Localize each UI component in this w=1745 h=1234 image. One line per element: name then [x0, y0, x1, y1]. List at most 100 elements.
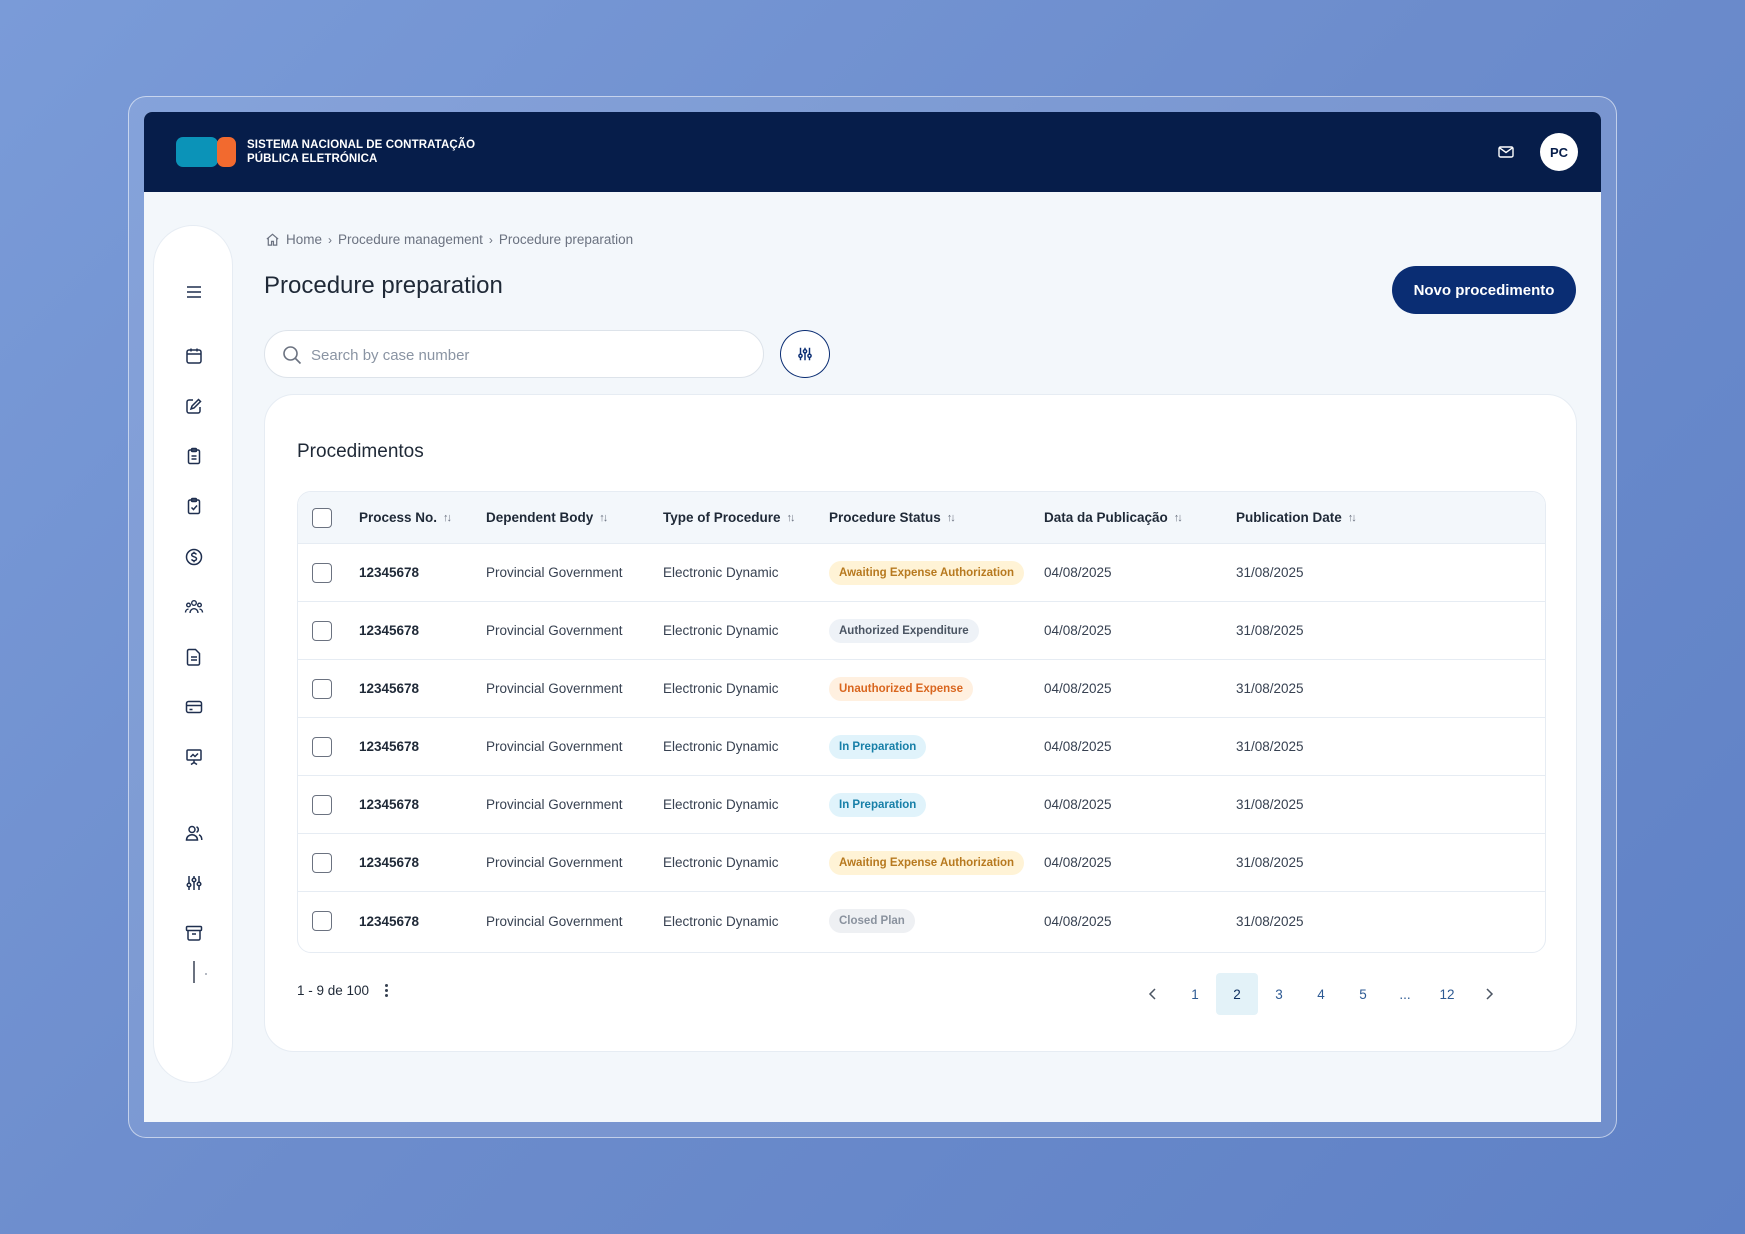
row-checkbox[interactable]: [312, 852, 332, 873]
menu-icon[interactable]: [182, 280, 206, 304]
procedures-table: Process No. ↑↓ Dependent Body ↑↓ Type of P…: [297, 491, 1546, 953]
dependent-body: Provincial Government: [486, 913, 623, 929]
brand-name: SISTEMA NACIONAL DE CONTRATAÇÃO PÚBLICA …: [247, 138, 475, 166]
status-badge: Closed Plan: [829, 909, 915, 933]
procedures-card: Procedimentos Process No. ↑↓ Dependent Bo…: [264, 394, 1577, 1052]
row-checkbox[interactable]: [312, 678, 332, 699]
page-title: Procedure preparation: [264, 272, 503, 299]
publication-date: 31/08/2025: [1236, 623, 1304, 638]
page-button[interactable]: 4: [1300, 973, 1342, 1015]
page-button[interactable]: 5: [1342, 973, 1384, 1015]
process-no: 12345678: [359, 855, 420, 870]
status-badge: In Preparation: [829, 734, 927, 759]
search-input[interactable]: [311, 343, 741, 367]
table-row[interactable]: 12345678 Provincial Government Electroni…: [298, 834, 1545, 892]
column-process-no[interactable]: Process No. ↑↓: [359, 492, 452, 543]
sidebar-divider: [193, 961, 195, 983]
card-title: Procedimentos: [297, 441, 424, 462]
data-publicacao: 04/08/2025: [1044, 913, 1112, 929]
status-badge: Authorized Expenditure: [829, 618, 979, 643]
users-icon[interactable]: [182, 821, 206, 845]
dependent-body: Provincial Government: [486, 565, 623, 580]
sidebar-dot: [205, 973, 207, 975]
procedure-type: Electronic Dynamic: [663, 681, 779, 696]
row-checkbox[interactable]: [312, 736, 332, 757]
select-all-checkbox[interactable]: [312, 507, 332, 528]
table-row[interactable]: 12345678 Provincial Government Electroni…: [298, 660, 1545, 718]
procedure-type: Electronic Dynamic: [663, 739, 779, 754]
user-avatar[interactable]: PC: [1540, 133, 1578, 171]
column-publication-date[interactable]: Publication Date ↑↓: [1236, 492, 1357, 543]
page-button[interactable]: 1: [1174, 973, 1216, 1015]
publication-date: 31/08/2025: [1236, 855, 1304, 870]
sidebar: [153, 225, 233, 1083]
data-publicacao: 04/08/2025: [1044, 565, 1112, 580]
status-badge: Awaiting Expense Authorization: [829, 850, 1025, 875]
column-procedure-status[interactable]: Procedure Status ↑↓: [829, 492, 956, 543]
dependent-body: Provincial Government: [486, 797, 623, 812]
process-no: 12345678: [359, 623, 420, 638]
breadcrumb-home[interactable]: Home: [286, 232, 322, 247]
page-button[interactable]: 12: [1426, 973, 1468, 1015]
column-dependent-body[interactable]: Dependent Body ↑↓: [486, 492, 608, 543]
process-no: 12345678: [359, 913, 420, 929]
row-checkbox[interactable]: [312, 794, 332, 815]
sliders-icon[interactable]: [182, 871, 206, 895]
filter-button[interactable]: [780, 330, 830, 378]
breadcrumb-procedure-preparation: Procedure preparation: [498, 232, 634, 247]
page-button[interactable]: 3: [1258, 973, 1300, 1015]
table-row[interactable]: 12345678 Provincial Government Electroni…: [298, 892, 1545, 950]
publication-date: 31/08/2025: [1236, 739, 1304, 754]
edit-icon[interactable]: [182, 394, 206, 418]
procedure-type: Electronic Dynamic: [663, 855, 779, 870]
sort-icon: ↑↓: [443, 511, 452, 524]
procedure-type: Electronic Dynamic: [663, 913, 779, 929]
more-options-icon[interactable]: [385, 984, 389, 997]
breadcrumb-procedure-management[interactable]: Procedure management: [338, 232, 483, 247]
chevron-left-icon[interactable]: [1132, 973, 1174, 1015]
clipboard-icon[interactable]: [182, 444, 206, 468]
sort-icon: ↑↓: [946, 511, 956, 524]
procedure-type: Electronic Dynamic: [663, 565, 779, 580]
dependent-body: Provincial Government: [486, 739, 623, 754]
column-data-publicacao[interactable]: Data da Publicação ↑↓: [1044, 492, 1183, 543]
dependent-body: Provincial Government: [486, 855, 623, 870]
status-badge: In Preparation: [829, 792, 927, 817]
table-row[interactable]: 12345678 Provincial Government Electroni…: [298, 776, 1545, 834]
row-checkbox[interactable]: [312, 562, 332, 583]
dependent-body: Provincial Government: [486, 681, 623, 696]
table-row[interactable]: 12345678 Provincial Government Electroni…: [298, 602, 1545, 660]
dependent-body: Provincial Government: [486, 623, 623, 638]
brand-line-1: SISTEMA NACIONAL DE CONTRATAÇÃO: [247, 139, 476, 151]
chevron-right-icon: ›: [488, 232, 493, 247]
mail-icon[interactable]: [1496, 142, 1516, 162]
chevron-right-icon[interactable]: [1468, 973, 1510, 1015]
column-type-of-procedure[interactable]: Type of Procedure ↑↓: [663, 492, 796, 543]
process-no: 12345678: [359, 565, 420, 580]
procedure-type: Electronic Dynamic: [663, 623, 779, 638]
presentation-icon[interactable]: [182, 745, 206, 769]
page-button[interactable]: 2: [1216, 973, 1258, 1015]
archive-icon[interactable]: [182, 921, 206, 945]
dollar-icon[interactable]: [182, 545, 206, 569]
process-no: 12345678: [359, 739, 420, 754]
data-publicacao: 04/08/2025: [1044, 623, 1112, 638]
team-icon[interactable]: [182, 595, 206, 619]
breadcrumb: Home › Procedure management › Procedure …: [265, 232, 633, 247]
document-icon[interactable]: [182, 645, 206, 669]
card-icon[interactable]: [182, 695, 206, 719]
data-publicacao: 04/08/2025: [1044, 739, 1112, 754]
clipboard-check-icon[interactable]: [182, 494, 206, 518]
row-checkbox[interactable]: [312, 620, 332, 641]
table-row[interactable]: 12345678 Provincial Government Electroni…: [298, 718, 1545, 776]
home-icon[interactable]: [265, 232, 280, 247]
row-checkbox[interactable]: [312, 911, 332, 931]
sort-icon: ↑↓: [1173, 511, 1183, 524]
calendar-icon[interactable]: [182, 344, 206, 368]
brand-logo[interactable]: [176, 137, 236, 167]
new-procedure-button[interactable]: Novo procedimento: [1392, 266, 1576, 314]
table-row[interactable]: 12345678 Provincial Government Electroni…: [298, 544, 1545, 602]
process-no: 12345678: [359, 797, 420, 812]
sliders-icon: [798, 347, 812, 361]
pagination-ellipsis: ...: [1399, 986, 1411, 1002]
